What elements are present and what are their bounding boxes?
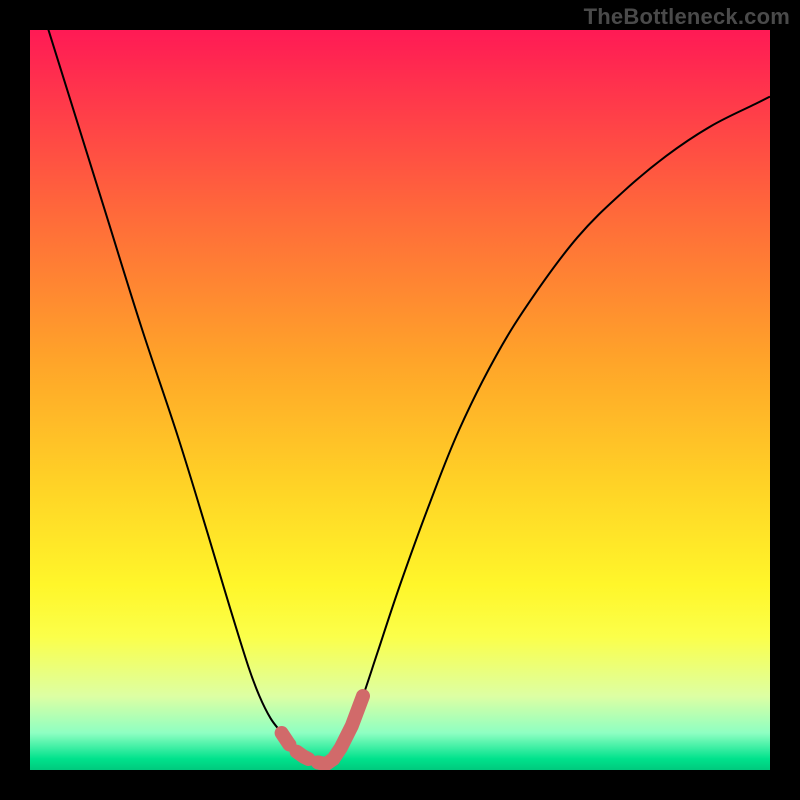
watermark-text: TheBottleneck.com bbox=[584, 4, 790, 30]
highlight-right bbox=[333, 696, 363, 759]
left-curve bbox=[30, 30, 326, 764]
chart-frame: TheBottleneck.com bbox=[0, 0, 800, 800]
plot-area bbox=[30, 30, 770, 770]
curve-layer bbox=[30, 30, 770, 770]
highlight-left bbox=[282, 733, 319, 763]
right-curve bbox=[326, 97, 770, 764]
